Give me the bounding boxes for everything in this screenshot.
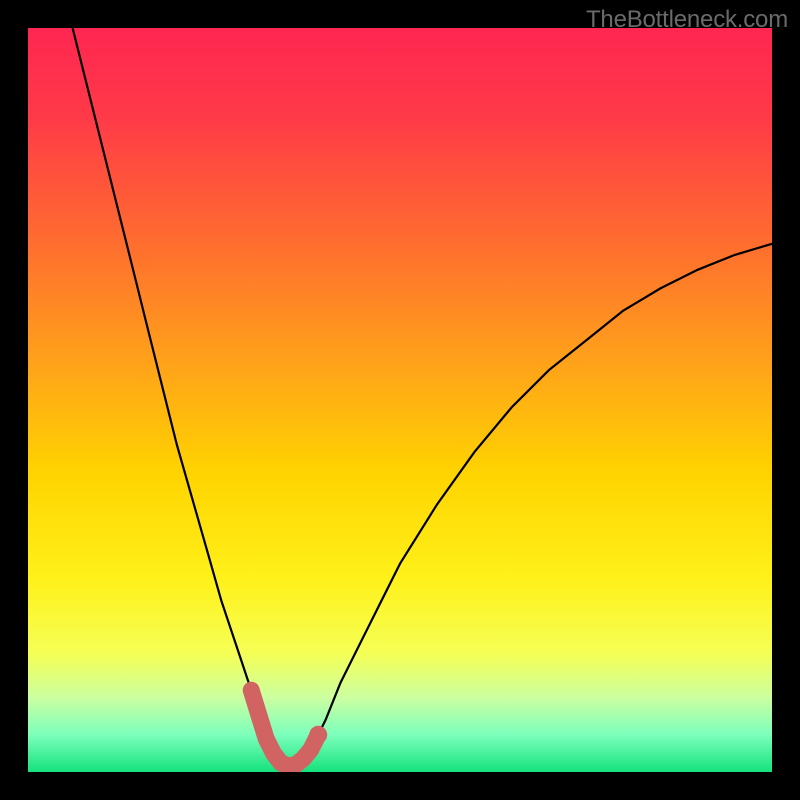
optimal-range-endpoint [309,726,327,744]
optimal-range-markers [244,683,327,766]
curve-layer [28,28,772,772]
optimal-range-stroke [251,690,318,766]
chart-container: TheBottleneck.com [0,0,800,800]
optimal-range-endpoint [244,683,258,697]
bottleneck-curve [73,28,772,768]
plot-area [28,28,772,772]
